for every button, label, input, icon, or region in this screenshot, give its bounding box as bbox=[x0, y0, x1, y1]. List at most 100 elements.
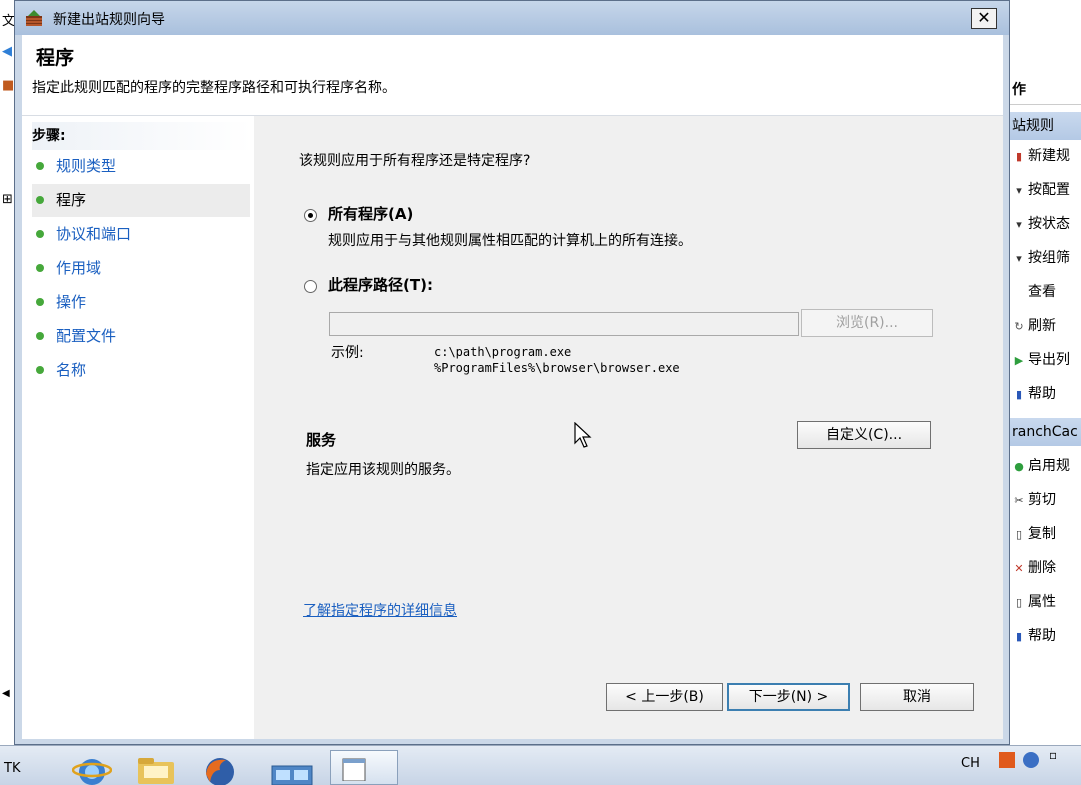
action-item[interactable]: ▾ 按状态 bbox=[1010, 208, 1081, 240]
step-label[interactable]: 名称 bbox=[56, 361, 86, 379]
program-path-input[interactable] bbox=[329, 312, 799, 336]
filter-icon: ▾ bbox=[1016, 218, 1022, 231]
action-item[interactable]: ▯ 属性 bbox=[1010, 586, 1081, 618]
action-item[interactable]: 查看 bbox=[1010, 276, 1081, 308]
step-bullet-icon bbox=[36, 297, 44, 306]
step-label: 程序 bbox=[56, 191, 87, 209]
customize-button[interactable]: 自定义(C)... bbox=[797, 421, 931, 449]
step-bullet-icon bbox=[36, 229, 44, 238]
start-button[interactable]: TK bbox=[0, 752, 48, 785]
taskbar-active-window[interactable] bbox=[330, 750, 398, 785]
help-icon: ▮ bbox=[1015, 630, 1023, 643]
firewall-icon: ■ bbox=[2, 78, 15, 93]
step-bullet-icon bbox=[36, 263, 44, 272]
ime-icon[interactable] bbox=[999, 752, 1015, 768]
new-rule-icon: ▮ bbox=[1015, 150, 1023, 163]
new-outbound-rule-wizard: 新建出站规则向导 ✕ 程序 指定此规则匹配的程序的完整程序路径和可执行程序名称。… bbox=[14, 0, 1010, 745]
step-6[interactable]: 配置文件 bbox=[32, 320, 250, 353]
example-path-2: %ProgramFiles%\browser\browser.exe bbox=[434, 361, 680, 375]
help-icon[interactable] bbox=[1023, 752, 1039, 768]
system-tray: CH ▫ bbox=[881, 748, 1081, 784]
action-label: 刷新 bbox=[1028, 318, 1056, 334]
window-title: 新建出站规则向导 bbox=[53, 12, 165, 28]
wizard-client-area: 程序 指定此规则匹配的程序的完整程序路径和可执行程序名称。 步骤: 规则类型 程序… bbox=[22, 35, 1003, 739]
back-button[interactable]: < 上一步(B) bbox=[606, 683, 723, 711]
step-label[interactable]: 协议和端口 bbox=[56, 225, 131, 243]
action-item[interactable]: ▾ 按配置 bbox=[1010, 174, 1081, 206]
page-description: 指定此规则匹配的程序的完整程序路径和可执行程序名称。 bbox=[32, 80, 396, 96]
enable-icon: ● bbox=[1014, 460, 1024, 473]
cancel-button[interactable]: 取消 bbox=[860, 683, 974, 711]
action-label: 按配置 bbox=[1028, 182, 1070, 198]
back-arrow-icon[interactable]: ◀ bbox=[2, 44, 12, 59]
properties-icon: ▯ bbox=[1015, 596, 1023, 609]
next-button[interactable]: 下一步(N) > bbox=[727, 683, 850, 711]
step-7[interactable]: 名称 bbox=[32, 354, 250, 387]
internet-explorer-icon[interactable] bbox=[72, 752, 112, 785]
step-label[interactable]: 操作 bbox=[56, 293, 86, 311]
action-item[interactable]: ▮ 新建规 bbox=[1010, 140, 1081, 172]
action-label: 启用规 bbox=[1028, 458, 1070, 474]
step-5[interactable]: 操作 bbox=[32, 286, 250, 319]
page-header: 程序 指定此规则匹配的程序的完整程序路径和可执行程序名称。 bbox=[22, 35, 1003, 116]
this-program-radio[interactable] bbox=[304, 280, 317, 293]
action-item[interactable]: ✕ 删除 bbox=[1010, 552, 1081, 584]
action-item[interactable]: ▮ 帮助 bbox=[1010, 378, 1081, 410]
learn-more-link[interactable]: 了解指定程序的详细信息 bbox=[303, 600, 457, 620]
action-item[interactable]: ↻ 刷新 bbox=[1010, 310, 1081, 342]
services-description: 指定应用该规则的服务。 bbox=[306, 462, 460, 478]
step-1[interactable]: 规则类型 bbox=[32, 150, 250, 183]
scroll-left-icon[interactable]: ◀ bbox=[2, 688, 10, 699]
filter-icon: ▾ bbox=[1016, 252, 1022, 265]
step-label[interactable]: 规则类型 bbox=[56, 157, 116, 175]
input-language-indicator[interactable]: CH bbox=[961, 756, 980, 771]
example-label: 示例: bbox=[331, 345, 364, 361]
browse-button[interactable]: 浏览(R)... bbox=[801, 309, 933, 337]
mouse-pointer-icon bbox=[574, 422, 592, 448]
action-label: 查看 bbox=[1028, 284, 1056, 300]
actions-section-selected-rule[interactable]: ranchCac bbox=[1010, 418, 1081, 446]
page-title: 程序 bbox=[36, 47, 75, 69]
action-label: 帮助 bbox=[1028, 386, 1056, 402]
all-programs-radio[interactable] bbox=[304, 209, 317, 222]
step-bullet-icon bbox=[36, 365, 44, 374]
action-label: 删除 bbox=[1028, 560, 1056, 576]
help-icon: ▮ bbox=[1015, 388, 1023, 401]
step-label[interactable]: 配置文件 bbox=[56, 327, 116, 345]
action-item[interactable]: ✂ 剪切 bbox=[1010, 484, 1081, 516]
firewall-wizard-icon bbox=[26, 10, 42, 26]
actions-section-outbound-rules[interactable]: 站规则 bbox=[1010, 112, 1081, 140]
action-label: 新建规 bbox=[1028, 148, 1070, 164]
filter-icon: ▾ bbox=[1016, 184, 1022, 197]
server-manager-icon[interactable] bbox=[262, 752, 324, 785]
steps-pane: 步骤: 规则类型程序协议和端口作用域操作配置文件名称 bbox=[22, 116, 254, 739]
action-item[interactable]: ▯ 复制 bbox=[1010, 518, 1081, 550]
action-label: 按组筛 bbox=[1028, 250, 1070, 266]
action-label: 帮助 bbox=[1028, 628, 1056, 644]
actions-pane-header: 作 bbox=[1010, 76, 1081, 105]
step-4[interactable]: 作用域 bbox=[32, 252, 250, 285]
file-explorer-icon[interactable] bbox=[134, 752, 178, 785]
taskbar: TK CH ▫ bbox=[0, 745, 1081, 785]
action-item[interactable]: ▮ 帮助 bbox=[1010, 620, 1081, 652]
action-item[interactable]: ▾ 按组筛 bbox=[1010, 242, 1081, 274]
scope-question: 该规则应用于所有程序还是特定程序? bbox=[299, 153, 531, 169]
action-label: 剪切 bbox=[1028, 492, 1056, 508]
title-bar[interactable]: 新建出站规则向导 ✕ bbox=[15, 1, 1009, 35]
action-item[interactable]: ▶ 导出列 bbox=[1010, 344, 1081, 376]
step-bullet-icon bbox=[36, 331, 44, 340]
all-programs-label[interactable]: 所有程序(A) bbox=[328, 203, 413, 224]
action-item[interactable]: ● 启用规 bbox=[1010, 450, 1081, 482]
ime-options-icon[interactable]: ▫ bbox=[1049, 748, 1057, 762]
close-button[interactable]: ✕ bbox=[971, 8, 997, 29]
step-3[interactable]: 协议和端口 bbox=[32, 218, 250, 251]
firefox-icon[interactable] bbox=[198, 752, 242, 785]
this-program-label[interactable]: 此程序路径(T): bbox=[328, 274, 433, 295]
step-bullet-icon bbox=[36, 161, 44, 170]
all-programs-description: 规则应用于与其他规则属性相匹配的计算机上的所有连接。 bbox=[328, 233, 692, 249]
background-console-left-edge: 文 ◀ ■ ⊞ ◀ bbox=[0, 0, 15, 745]
steps-caption: 步骤: bbox=[32, 122, 252, 150]
step-label[interactable]: 作用域 bbox=[56, 259, 101, 277]
tree-expand-icon[interactable]: ⊞ bbox=[2, 192, 13, 207]
action-label: 按状态 bbox=[1028, 216, 1070, 232]
